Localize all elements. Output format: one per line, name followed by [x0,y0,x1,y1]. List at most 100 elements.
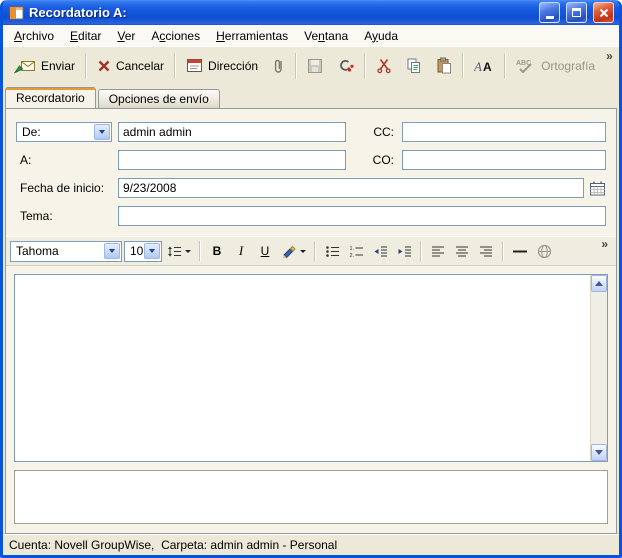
co-label: CO: [352,153,396,167]
cancel-button[interactable]: Cancelar [90,54,171,78]
text-color-button[interactable] [278,240,309,262]
menu-archivo[interactable]: Archivo [6,27,62,45]
de-field-selector-value: De: [17,125,93,139]
increase-indent-button[interactable] [393,240,415,262]
scroll-down-button[interactable] [591,444,607,461]
toolbar-separator [174,53,176,79]
italic-button[interactable]: I [230,240,252,262]
cut-button[interactable] [369,53,399,79]
bold-button[interactable]: B [206,240,228,262]
tema-input[interactable] [118,206,606,226]
spell-check-label: Ortografía [541,59,595,73]
font-family-combo[interactable]: Tahoma [10,241,122,262]
spell-check-button: ABC Ortografía [509,53,602,79]
address-book-button[interactable]: Dirección [179,53,265,78]
align-center-icon [455,245,469,258]
message-body-frame [14,274,608,462]
copy-icon [406,58,422,74]
attachment-pane[interactable] [14,470,608,524]
toolbar-separator [295,53,297,79]
formatting-overflow-button[interactable]: » [597,237,612,251]
decrease-indent-button[interactable] [369,240,391,262]
underline-button[interactable]: U [254,240,276,262]
cancel-label: Cancelar [116,59,164,73]
toolbar-separator [462,53,464,79]
attach-file-button[interactable] [265,52,292,79]
status-text: Cuenta: Novell GroupWise, Carpeta: admin… [9,538,337,552]
menu-editar[interactable]: Editar [62,27,109,45]
horizontal-rule-button[interactable] [509,240,531,262]
fecha-inicio-label: Fecha de inicio: [16,181,112,195]
vertical-scrollbar[interactable] [590,275,607,461]
arrow-down-icon [595,450,603,455]
font-button[interactable]: A A [467,54,501,78]
align-left-icon [431,245,445,258]
de-input[interactable] [118,122,346,142]
scroll-up-button[interactable] [591,275,607,292]
address-book-icon [186,58,203,73]
fecha-inicio-field [118,178,606,198]
send-options-button[interactable] [330,53,361,79]
formatting-toolbar: Tahoma 10 B I U [6,236,616,266]
numbered-list-icon: 1. 2. [349,245,364,258]
bullet-list-button[interactable] [321,240,343,262]
message-body[interactable] [15,275,590,461]
font-size-combo[interactable]: 10 [124,241,162,262]
menu-herramientas[interactable]: Herramientas [208,27,296,45]
cancel-icon [97,59,111,73]
toolbar-overflow-button[interactable]: » [602,49,617,63]
paperclip-icon [272,57,285,74]
window-title: Recordatorio A: [29,5,533,20]
svg-text:A: A [483,60,492,73]
minimize-button[interactable] [539,2,560,23]
numbered-list-button[interactable]: 1. 2. [345,240,367,262]
tab-recordatorio[interactable]: Recordatorio [5,87,96,108]
paste-icon [436,57,452,74]
tabstrip: Recordatorio Opciones de envío [3,84,619,108]
font-size-value: 10 [125,244,143,258]
close-button[interactable] [593,2,614,23]
send-button[interactable]: Enviar [7,53,82,79]
minimize-icon [546,16,554,19]
menu-ayuda[interactable]: Ayuda [356,27,406,45]
chevron-down-icon[interactable] [94,124,110,140]
tema-label: Tema: [16,209,112,223]
cc-label: CC: [352,125,396,139]
titlebar[interactable]: Recordatorio A: [3,0,619,25]
fecha-inicio-input[interactable] [118,178,584,198]
align-right-button[interactable] [475,240,497,262]
menu-ver[interactable]: Ver [109,27,143,45]
a-input[interactable] [118,150,346,170]
tab-opciones-de-envio[interactable]: Opciones de envío [98,89,220,109]
svg-text:A: A [474,59,482,73]
save-button [300,53,330,79]
close-icon [599,8,609,18]
chevron-down-icon[interactable] [104,243,120,259]
caret-icon [185,250,191,253]
copy-button[interactable] [399,53,429,79]
toolbar-separator [420,241,422,261]
caret-icon [109,249,115,253]
align-left-button[interactable] [427,240,449,262]
bullet-list-icon [325,245,340,258]
paste-button[interactable] [429,52,459,79]
pen-icon [281,244,297,259]
calendar-picker-button[interactable] [588,180,606,197]
toolbar-separator [364,53,366,79]
chevron-down-icon[interactable] [144,243,160,259]
hyperlink-button [533,240,555,262]
send-label: Enviar [41,59,75,73]
maximize-button[interactable] [566,2,587,23]
align-center-button[interactable] [451,240,473,262]
scrollbar-track[interactable] [591,292,607,444]
recordatorio-tab-page: De: CC: A: CO: Fecha de inicio: [5,108,617,534]
cc-input[interactable] [402,122,606,142]
line-spacing-button[interactable] [164,240,194,262]
menu-ventana[interactable]: Ventana [296,27,356,45]
toolbar-separator [199,241,201,261]
main-toolbar: Enviar Cancelar Dirección [3,46,619,84]
co-input[interactable] [402,150,606,170]
font-icon: A A [474,59,494,73]
de-field-selector[interactable]: De: [16,122,112,142]
menu-acciones[interactable]: Acciones [143,27,208,45]
